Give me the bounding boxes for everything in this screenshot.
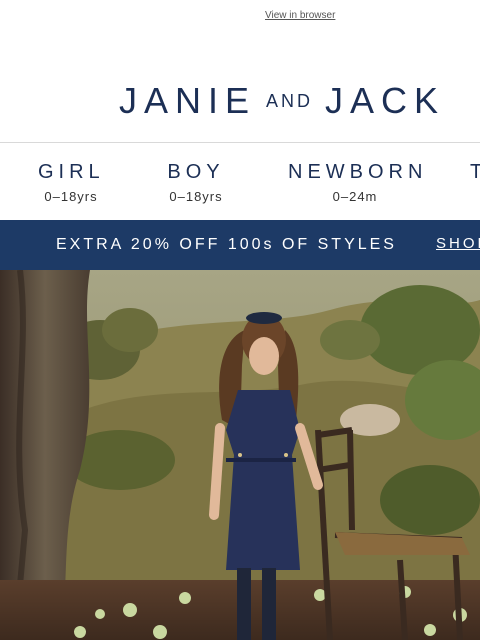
nav-item-truncated[interactable]: T [470, 161, 480, 183]
shop-link[interactable]: SHOP [436, 235, 480, 252]
hero-image[interactable] [0, 270, 480, 640]
nav-item-boy[interactable]: BOY 0–18yrs [164, 161, 228, 204]
nav-item-title: T [470, 161, 480, 183]
brand-logo[interactable]: JANIE AND JACK [119, 80, 480, 122]
nav-item-title: GIRL [38, 161, 105, 183]
nav-item-age: 0–24m [332, 189, 378, 204]
nav-item-age: 0–18yrs [44, 189, 98, 204]
nav-item-age: 0–18yrs [169, 189, 223, 204]
logo-word-jack: JACK [325, 80, 446, 121]
nav-item-title: NEWBORN [288, 161, 428, 183]
logo-word-and: AND [266, 91, 314, 111]
promo-text: EXTRA 20% OFF 100s OF STYLES [56, 236, 397, 253]
promo-banner[interactable]: EXTRA 20% OFF 100s OF STYLES SHOP [0, 220, 480, 270]
category-nav: GIRL 0–18yrs BOY 0–18yrs NEWBORN 0–24m T [0, 143, 480, 219]
nav-item-title: BOY [167, 161, 225, 183]
nav-item-girl[interactable]: GIRL 0–18yrs [38, 161, 104, 204]
view-in-browser-link[interactable]: View in browser [265, 10, 335, 21]
logo-word-janie: JANIE [119, 80, 257, 121]
hero-photo [0, 270, 480, 640]
nav-item-newborn[interactable]: NEWBORN 0–24m [288, 161, 422, 204]
